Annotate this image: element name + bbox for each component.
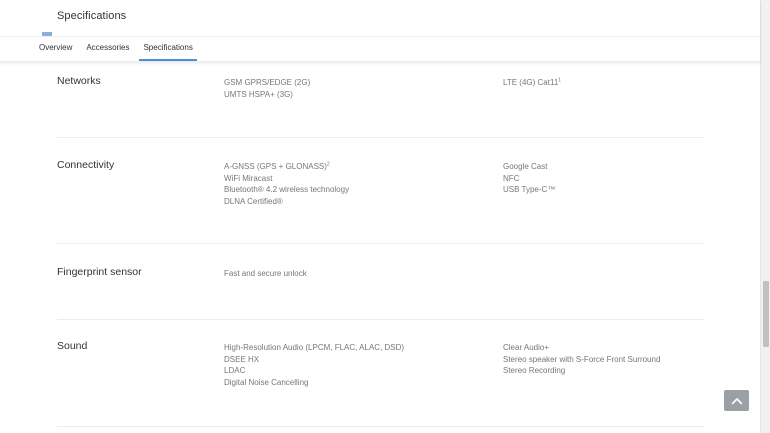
spec-item: LTE (4G) Cat111 <box>503 77 562 87</box>
spec-column-left: A-GNSS (GPS + GLONASS)2 WiFi Miracast Bl… <box>224 161 349 207</box>
spec-item: WiFi Miracast <box>224 173 273 183</box>
spec-column-right: Clear Audio+ Stereo speaker with S-Force… <box>503 342 660 377</box>
spec-item: Stereo speaker with S-Force Front Surrou… <box>503 354 661 364</box>
spec-item: GSM GPRS/EDGE (2G) <box>224 78 311 87</box>
page-title: Specifications <box>57 10 127 22</box>
spec-item: Stereo Recording <box>503 366 566 375</box>
section-connectivity: Connectivity A-GNSS (GPS + GLONASS)2 WiF… <box>57 159 704 244</box>
section-sound: Sound High-Resolution Audio (LPCM, FLAC,… <box>57 340 704 427</box>
spec-item: High-Resolution Audio (LPCM, FLAC, ALAC,… <box>224 343 405 352</box>
tab-specifications[interactable]: Specifications <box>136 37 199 61</box>
tab-overview[interactable]: Overview <box>32 37 79 61</box>
spec-item: DLNA Certified® <box>224 196 283 206</box>
section-title: Sound <box>57 340 88 352</box>
vertical-scrollbar[interactable] <box>760 0 770 433</box>
spec-column-left: Fast and secure unlock <box>224 268 307 280</box>
spec-item: Digital Noise Cancelling <box>224 377 309 387</box>
spec-item: A-GNSS (GPS + GLONASS)2 <box>224 161 330 171</box>
section-title: Connectivity <box>57 159 115 171</box>
spec-item: NFC <box>503 173 520 183</box>
spec-item: LDAC <box>224 366 246 375</box>
specifications-content: Networks GSM GPRS/EDGE (2G) UMTS HSPA+ (… <box>0 61 760 433</box>
section-fingerprint-sensor: Fingerprint sensor Fast and secure unloc… <box>57 266 704 320</box>
tab-accessories[interactable]: Accessories <box>79 37 136 61</box>
page-header: Specifications Overview Accessories Spec… <box>0 0 760 61</box>
section-title: Networks <box>57 75 101 87</box>
spec-item: DSEE HX <box>224 354 260 364</box>
section-title: Fingerprint sensor <box>57 266 142 278</box>
spec-item: UMTS HSPA+ (3G) <box>224 89 293 99</box>
footnote-marker: 2 <box>326 161 330 168</box>
spec-item: Clear Audio+ <box>503 343 550 352</box>
tab-bar: Overview Accessories Specifications <box>32 37 200 61</box>
spec-item: Fast and secure unlock <box>224 269 307 278</box>
spec-column-right: LTE (4G) Cat111 <box>503 77 561 89</box>
spec-column-right: Google Cast NFC USB Type-C™ <box>503 161 555 196</box>
spec-item: USB Type-C™ <box>503 185 556 194</box>
spec-item: Google Cast <box>503 162 548 171</box>
section-networks: Networks GSM GPRS/EDGE (2G) UMTS HSPA+ (… <box>57 75 704 138</box>
spec-item: Bluetooth® 4.2 wireless technology <box>224 185 350 194</box>
chevron-up-icon <box>731 397 742 404</box>
footnote-marker: 1 <box>558 77 562 84</box>
scrollbar-thumb[interactable] <box>763 281 769 347</box>
page: Specifications Overview Accessories Spec… <box>0 0 770 433</box>
spec-column-left: GSM GPRS/EDGE (2G) UMTS HSPA+ (3G) <box>224 77 310 100</box>
spec-column-left: High-Resolution Audio (LPCM, FLAC, ALAC,… <box>224 342 404 388</box>
back-to-top-button[interactable] <box>724 390 749 411</box>
